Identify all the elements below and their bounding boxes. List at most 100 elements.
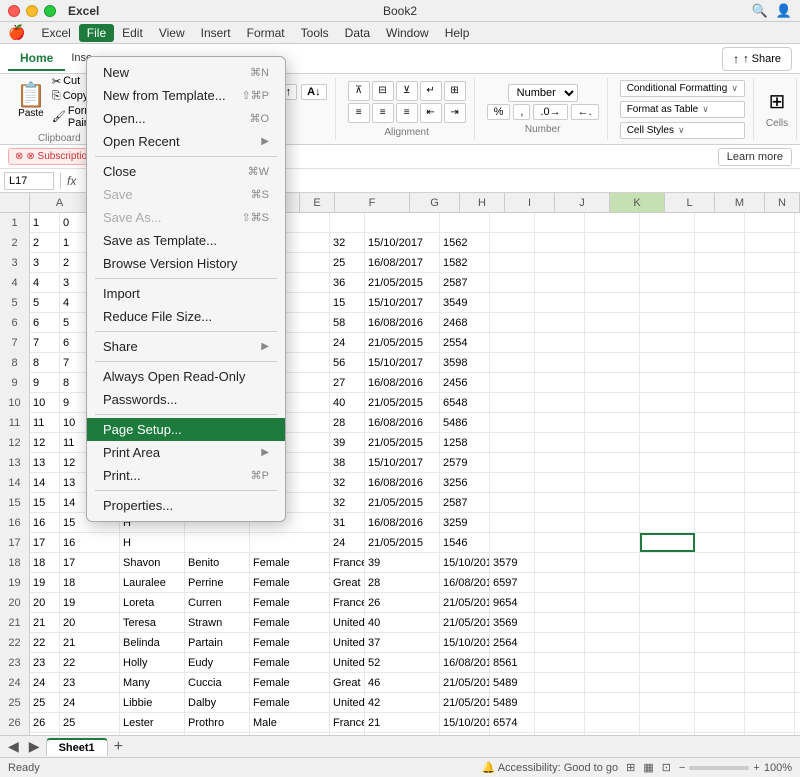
- sheet-cell[interactable]: 3598: [440, 353, 490, 372]
- align-top-button[interactable]: ⊼: [348, 81, 370, 101]
- sheet-cell[interactable]: 32: [330, 233, 365, 252]
- sheet-cell[interactable]: [490, 233, 535, 252]
- sheet-cell[interactable]: [745, 693, 795, 712]
- sheet-cell[interactable]: [695, 573, 745, 592]
- sheet-cell[interactable]: Cuccia: [185, 673, 250, 692]
- sheet-cell[interactable]: Eudy: [185, 653, 250, 672]
- sheet-cell[interactable]: Perrine: [185, 573, 250, 592]
- sheet-cell[interactable]: 5: [30, 293, 60, 312]
- sheet-cell[interactable]: 16/08/2016: [365, 313, 440, 332]
- decrease-font-button[interactable]: A↓: [301, 84, 326, 100]
- sheet-cell[interactable]: 28: [330, 413, 365, 432]
- sheet-cell[interactable]: 52: [365, 653, 440, 672]
- sheet-cell[interactable]: [585, 233, 640, 252]
- sheet-cell[interactable]: 32: [330, 493, 365, 512]
- sheet-cell[interactable]: France: [330, 713, 365, 732]
- merge-button[interactable]: ⊞: [444, 81, 466, 101]
- cell-styles-button[interactable]: Cell Styles ∨: [620, 122, 745, 139]
- sheet-cell[interactable]: 1: [30, 213, 60, 232]
- sheet-cell[interactable]: [535, 453, 585, 472]
- sheet-cell[interactable]: [490, 313, 535, 332]
- sheet-cell[interactable]: Lauralee: [120, 573, 185, 592]
- sheet-cell[interactable]: Female: [250, 693, 330, 712]
- sheet-cell[interactable]: [535, 653, 585, 672]
- sheet-cell[interactable]: [745, 353, 795, 372]
- apple-logo[interactable]: 🍎: [8, 24, 25, 41]
- sheet-cell[interactable]: [745, 213, 795, 232]
- sheet-cell[interactable]: [640, 553, 695, 572]
- close-button[interactable]: [8, 5, 20, 17]
- sheet-cell[interactable]: [535, 213, 585, 232]
- align-left-button[interactable]: ≡: [348, 103, 370, 123]
- menu-item-print-[interactable]: Print...⌘P: [87, 464, 285, 487]
- sheet-cell[interactable]: [490, 293, 535, 312]
- sheet-cell[interactable]: [640, 313, 695, 332]
- menu-help[interactable]: Help: [437, 24, 478, 42]
- sheet-cell[interactable]: 3259: [440, 513, 490, 532]
- sheet-cell[interactable]: [440, 213, 490, 232]
- sheet-cell[interactable]: 16: [60, 533, 120, 552]
- sheet-cell[interactable]: [585, 553, 640, 572]
- sheet-cell[interactable]: [585, 573, 640, 592]
- sheet-cell[interactable]: [695, 633, 745, 652]
- sheet-cell[interactable]: [695, 673, 745, 692]
- sheet-cell[interactable]: 22: [30, 633, 60, 652]
- indent-increase-button[interactable]: ⇥: [444, 103, 466, 123]
- sheet-cell[interactable]: [585, 613, 640, 632]
- sheet-cell[interactable]: 5489: [490, 673, 535, 692]
- sheet-cell[interactable]: Holly: [120, 653, 185, 672]
- sheet-cell[interactable]: [535, 353, 585, 372]
- sheet-cell[interactable]: 3: [30, 253, 60, 272]
- sheet-cell[interactable]: [640, 653, 695, 672]
- sheet-cell[interactable]: H: [120, 533, 185, 552]
- sheet-cell[interactable]: 8: [30, 353, 60, 372]
- sheet-cell[interactable]: 32: [330, 473, 365, 492]
- wrap-text-button[interactable]: ↵: [420, 81, 442, 101]
- sheet-cell[interactable]: [490, 473, 535, 492]
- view-page-icon[interactable]: ⊡: [662, 761, 671, 774]
- sheet-cell[interactable]: [490, 273, 535, 292]
- format-as-table-button[interactable]: Format as Table ∨: [620, 101, 745, 118]
- sheet-cell[interactable]: Prothro: [185, 713, 250, 732]
- sheet-cell[interactable]: Shavon: [120, 553, 185, 572]
- sheet-cell[interactable]: 38: [330, 453, 365, 472]
- sheet-cell[interactable]: [490, 533, 535, 552]
- menu-edit[interactable]: Edit: [114, 24, 151, 42]
- sheet-cell[interactable]: 1562: [440, 233, 490, 252]
- maximize-button[interactable]: [44, 5, 56, 17]
- sheet-cell[interactable]: 39: [365, 553, 440, 572]
- sheet-cell[interactable]: 6: [30, 313, 60, 332]
- menu-item-page-setup-[interactable]: Page Setup...: [87, 418, 285, 441]
- sheet-cell[interactable]: 24: [30, 673, 60, 692]
- sheet-cell[interactable]: 2564: [490, 633, 535, 652]
- menu-view[interactable]: View: [151, 24, 193, 42]
- sheet-cell[interactable]: 15: [30, 493, 60, 512]
- paste-button[interactable]: 📋 Paste: [16, 84, 46, 119]
- sheet-cell[interactable]: 21/05/2015: [365, 333, 440, 352]
- sheet-cell[interactable]: [745, 293, 795, 312]
- sheet-cell[interactable]: 13: [30, 453, 60, 472]
- sheet-cell[interactable]: [695, 513, 745, 532]
- sheet-cell[interactable]: [585, 733, 640, 735]
- sheet-cell[interactable]: Dalby: [185, 693, 250, 712]
- sheet-cell[interactable]: 5489: [490, 693, 535, 712]
- sheet-cell[interactable]: [365, 213, 440, 232]
- sheet-cell[interactable]: [585, 373, 640, 392]
- sheet-cell[interactable]: [745, 433, 795, 452]
- sheet-cell[interactable]: [695, 473, 745, 492]
- sheet-cell[interactable]: 6548: [440, 393, 490, 412]
- sheet-cell[interactable]: [535, 473, 585, 492]
- sheet-cell[interactable]: 24: [330, 533, 365, 552]
- sheet-cell[interactable]: 40: [330, 393, 365, 412]
- sheet-cell[interactable]: 26: [365, 593, 440, 612]
- sheet-cell[interactable]: Belinda: [120, 633, 185, 652]
- menu-item-properties-[interactable]: Properties...: [87, 494, 285, 517]
- menu-item-browse-version-history[interactable]: Browse Version History: [87, 252, 285, 275]
- sheet-cell[interactable]: [490, 433, 535, 452]
- sheet-cell[interactable]: [640, 353, 695, 372]
- sheet-cell[interactable]: [640, 293, 695, 312]
- sheet-cell[interactable]: Great Britain: [330, 673, 365, 692]
- sheet-cell[interactable]: [490, 413, 535, 432]
- sheet-cell[interactable]: [585, 513, 640, 532]
- sheet-cell[interactable]: [585, 353, 640, 372]
